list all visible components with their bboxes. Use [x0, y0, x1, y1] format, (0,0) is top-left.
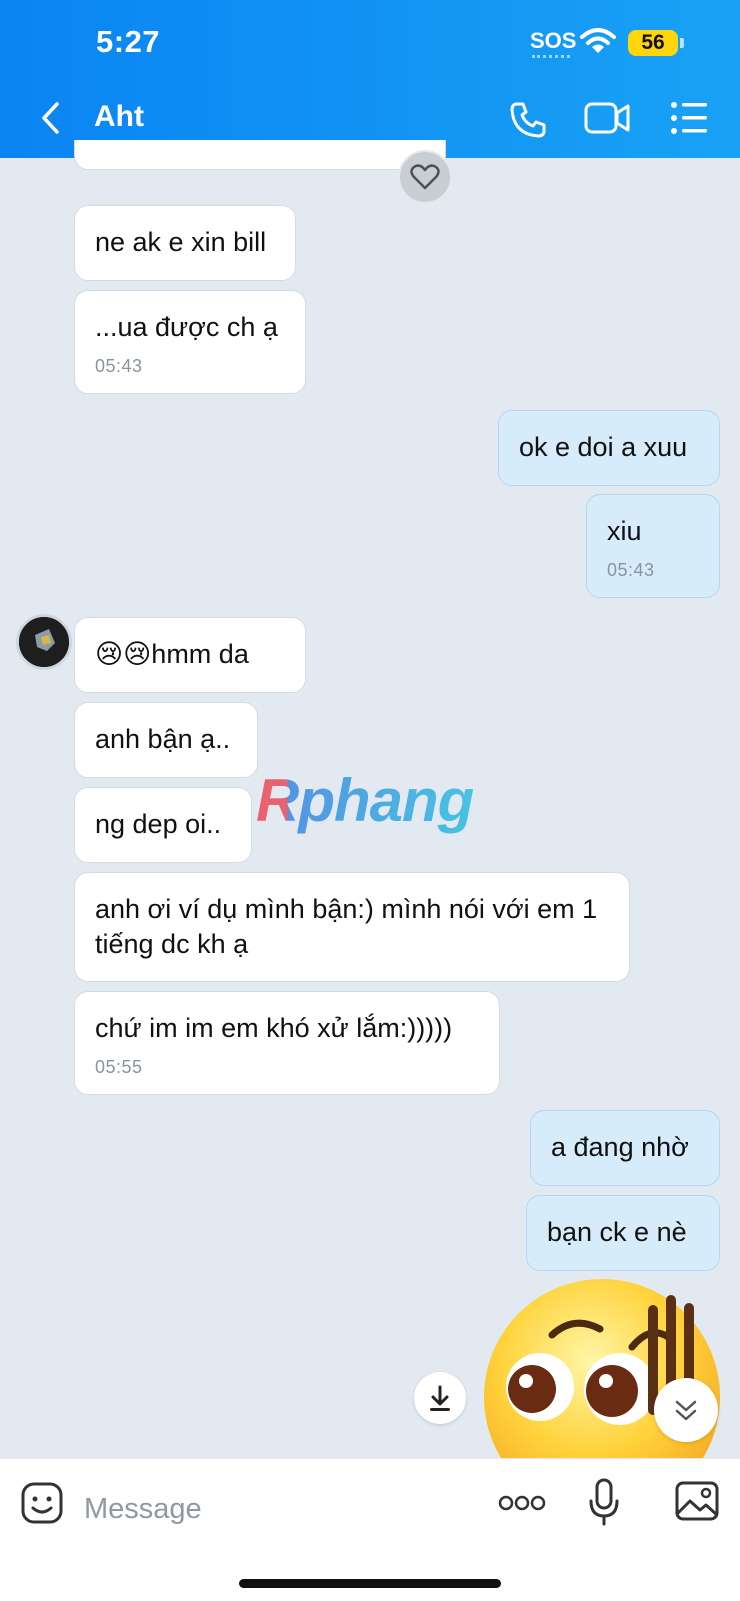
contact-avatar[interactable]: [16, 614, 72, 670]
message-time: 05:43: [95, 356, 143, 376]
status-time: 5:27: [96, 24, 161, 59]
download-button[interactable]: [414, 1372, 466, 1424]
sos-indicator: SOS: [530, 28, 577, 53]
double-chevron-down-icon: [675, 1400, 697, 1421]
contact-name[interactable]: Aht: [94, 100, 144, 134]
message-bubble-incoming[interactable]: anh ơi ví dụ mình bận:) mình nói với em …: [74, 872, 630, 982]
signal-dots: [532, 55, 570, 62]
emoji: 😢😢: [95, 639, 152, 669]
message-text: ok e doi a xuu: [519, 432, 688, 462]
home-indicator: [239, 1579, 501, 1588]
emoji-sticker-icon[interactable]: [20, 1481, 64, 1525]
back-chevron-icon[interactable]: [38, 100, 62, 136]
message-bubble-incoming[interactable]: ne ak e xin bill: [74, 205, 296, 281]
message-time: 05:55: [95, 1057, 143, 1077]
message-bubble-outgoing[interactable]: xiu 05:43: [586, 494, 720, 598]
message-bubble-outgoing[interactable]: bạn ck e nè: [526, 1195, 720, 1271]
message-bubble-outgoing[interactable]: a đang nhờ: [530, 1110, 720, 1186]
message-text: ne ak e xin bill: [95, 227, 267, 257]
message-bubble-outgoing[interactable]: ok e doi a xuu: [498, 410, 720, 486]
message-text: xiu: [607, 516, 642, 546]
message-text: ...ua được ch ạ: [95, 312, 278, 342]
message-text: a đang nhờ: [551, 1132, 689, 1162]
download-icon: [430, 1385, 450, 1411]
message-text: anh bận ạ..: [95, 724, 231, 754]
phone-icon[interactable]: [508, 100, 548, 140]
message-text: chứ im im em khó xử lắm:))))): [95, 1013, 453, 1043]
chat-header: 5:27 SOS 56 Aht: [0, 0, 740, 158]
video-camera-icon[interactable]: [584, 100, 630, 136]
message-text: bạn ck e nè: [547, 1217, 687, 1247]
message-text: hmm da: [151, 639, 249, 669]
watermark-logo: Rphang: [256, 767, 474, 834]
battery-level: 56: [628, 30, 678, 56]
avatar-image: [19, 617, 69, 667]
battery-cap: [680, 38, 684, 48]
message-text: ng dep oi..: [95, 809, 222, 839]
message-bubble-incoming[interactable]: ng dep oi..: [74, 787, 252, 863]
scroll-down-button[interactable]: [654, 1378, 718, 1442]
wifi-icon: [580, 28, 616, 53]
previous-message-bubble[interactable]: [74, 140, 446, 170]
heart-icon: [410, 164, 440, 190]
menu-list-icon[interactable]: [670, 100, 708, 136]
message-bubble-incoming[interactable]: anh bận ạ..: [74, 702, 258, 778]
message-bubble-incoming[interactable]: 😢😢hmm da: [74, 617, 306, 693]
more-options-icon[interactable]: [498, 1491, 546, 1515]
image-gallery-icon[interactable]: [674, 1479, 720, 1523]
message-input[interactable]: [82, 1485, 466, 1533]
message-time: 05:43: [607, 560, 655, 580]
message-bubble-incoming[interactable]: chứ im im em khó xử lắm:))))) 05:55: [74, 991, 500, 1095]
message-text: anh ơi ví dụ mình bận:) mình nói với em …: [95, 894, 598, 959]
microphone-icon[interactable]: [588, 1477, 620, 1527]
message-bubble-incoming[interactable]: ...ua được ch ạ 05:43: [74, 290, 306, 394]
reaction-button[interactable]: [398, 150, 452, 204]
